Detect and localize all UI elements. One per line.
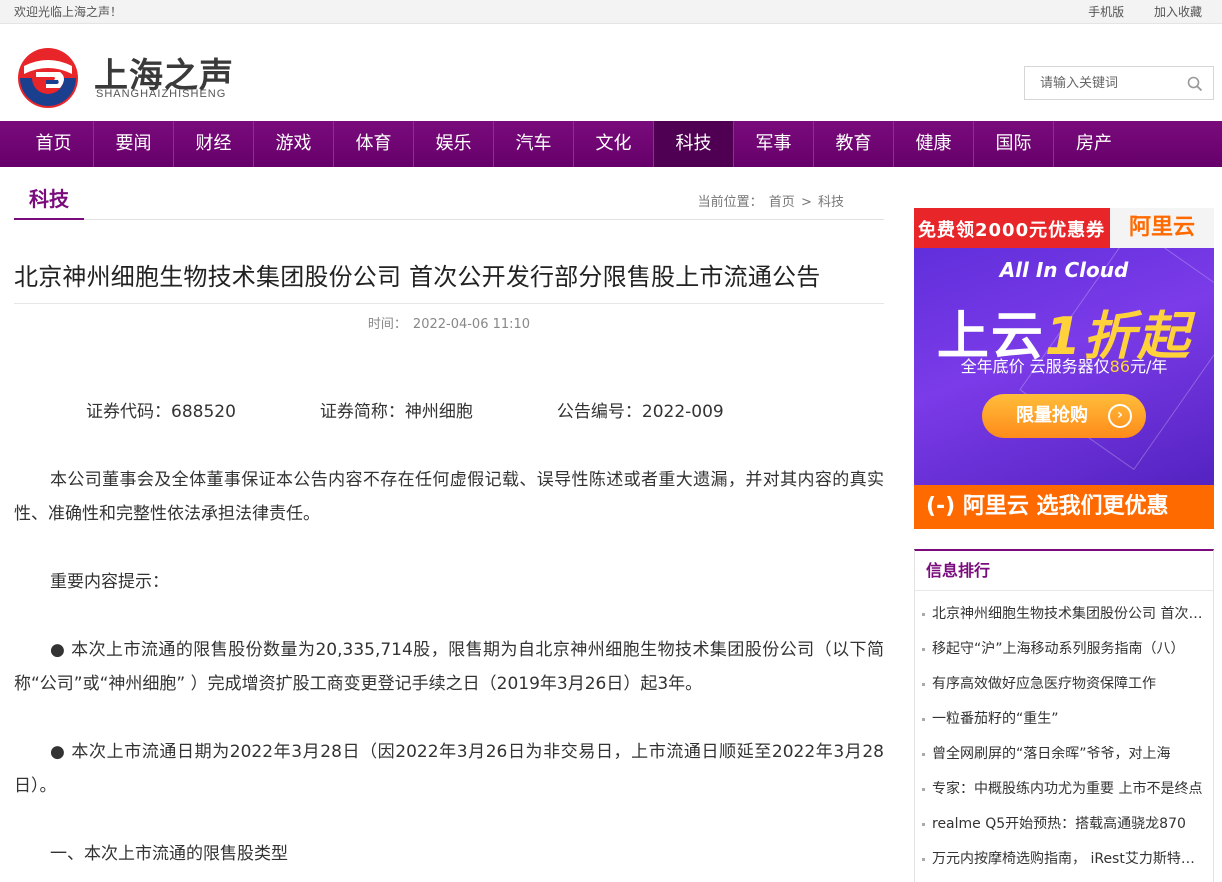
nav-item-realestate[interactable]: 房产	[1054, 121, 1134, 167]
nav-item-culture[interactable]: 文化	[574, 121, 654, 167]
article-time: 时间： 2022-04-06 11:10	[14, 313, 884, 332]
ranking-title: 信息排行	[915, 551, 1213, 591]
top-links: 手机版 加入收藏	[1062, 3, 1202, 20]
ad-buy-button[interactable]: 限量抢购 ›	[982, 394, 1146, 438]
nav-item-headlines[interactable]: 要闻	[94, 121, 174, 167]
category-bar: 科技 当前位置： 首页 > 科技	[14, 183, 884, 220]
nav-item-finance[interactable]: 财经	[174, 121, 254, 167]
nav-item-education[interactable]: 教育	[814, 121, 894, 167]
arrow-right-icon: ›	[1108, 404, 1132, 428]
nav-item-sports[interactable]: 体育	[334, 121, 414, 167]
title-divider	[14, 303, 884, 304]
nav-item-games[interactable]: 游戏	[254, 121, 334, 167]
ad-brand-label: 阿里云	[1110, 208, 1214, 248]
ranking-item[interactable]: 移起守“沪”上海移动系列服务指南（八）	[915, 632, 1213, 667]
stock-info-line: 证券代码：688520 证券简称：神州细胞 公告编号：2022-009	[14, 395, 884, 429]
site-header: 上海之声 SHANGHAIZHISHENG	[0, 24, 1222, 120]
nav-item-entertainment[interactable]: 娱乐	[414, 121, 494, 167]
nav-item-health[interactable]: 健康	[894, 121, 974, 167]
ranking-list: 北京神州细胞生物技术集团股份公司 首次公开发行部分限售股上市流通公告 移起守“沪…	[915, 591, 1213, 877]
search-box	[1024, 66, 1214, 100]
ad-button-label: 限量抢购	[1016, 405, 1088, 426]
add-favorite-link[interactable]: 加入收藏	[1154, 5, 1202, 19]
breadcrumb-home-link[interactable]: 首页	[769, 195, 795, 210]
logo-english-name: SHANGHAIZHISHENG	[96, 88, 227, 100]
site-logo[interactable]: 上海之声 SHANGHAIZHISHENG	[16, 44, 236, 110]
nav-list: 首页 要闻 财经 游戏 体育 娱乐 汽车 文化 科技 军事 教育 健康 国际 房…	[0, 121, 1222, 167]
paragraph-statement: 本公司董事会及全体董事保证本公告内容不存在任何虚假记载、误导性陈述或者重大遗漏，…	[14, 470, 884, 524]
ranking-panel: 信息排行 北京神州细胞生物技术集团股份公司 首次公开发行部分限售股上市流通公告 …	[914, 549, 1214, 882]
breadcrumb-separator: >	[800, 195, 812, 210]
stock-code: 证券代码：688520	[86, 402, 236, 422]
ranking-item[interactable]: 专家：中概股练内功尤为重要 上市不是终点	[915, 772, 1213, 807]
ranking-item[interactable]: realme Q5开始预热：搭载高通骁龙870	[915, 807, 1213, 842]
top-bar: 欢迎光临上海之声！ 手机版 加入收藏	[0, 0, 1222, 24]
time-label: 时间：	[367, 317, 407, 332]
ranking-item[interactable]: 一粒番茄籽的“重生”	[915, 702, 1213, 737]
nav-item-auto[interactable]: 汽车	[494, 121, 574, 167]
logo-emblem-icon	[18, 48, 78, 108]
nav-item-military[interactable]: 军事	[734, 121, 814, 167]
ranking-item[interactable]: 万元内按摩椅选购指南， iRest艾力斯特按摩椅	[915, 842, 1213, 877]
notice-number: 公告编号：2022-009	[556, 402, 724, 422]
ad-footer: (-) 阿里云 选我们更优惠	[914, 485, 1214, 529]
article-title: 北京神州细胞生物技术集团股份公司 首次公开发行部分限售股上市流通公告	[14, 263, 821, 291]
ranking-item[interactable]: 曾全网刷屏的“落日余晖”爷爷，对上海	[915, 737, 1213, 772]
search-input[interactable]	[1025, 67, 1183, 99]
aliyun-ad-banner[interactable]: 免费领2000元优惠券 阿里云 All In Cloud 上云1折起 全年底价 …	[914, 208, 1214, 529]
breadcrumb-current-link[interactable]: 科技	[818, 195, 844, 210]
mobile-version-link[interactable]: 手机版	[1088, 5, 1124, 19]
nav-item-tech[interactable]: 科技	[654, 121, 734, 167]
paragraph-key-points: 重要内容提示：	[50, 572, 169, 592]
ad-sub-b: 元/年	[1130, 357, 1168, 376]
welcome-text: 欢迎光临上海之声！	[14, 5, 123, 19]
section-heading-type: 一、本次上市流通的限售股类型	[50, 844, 288, 864]
time-value: 2022-04-06 11:10	[412, 317, 531, 332]
main-nav: 首页 要闻 财经 游戏 体育 娱乐 汽车 文化 科技 军事 教育 健康 国际 房…	[0, 121, 1222, 167]
ad-coupon-text: 免费领2000元优惠券	[918, 220, 1106, 241]
ad-subtitle: 全年底价 云服务器仅86元/年	[914, 353, 1214, 377]
ad-slogan: All In Cloud	[999, 258, 1129, 282]
paragraph-date: ● 本次上市流通日期为2022年3月28日（因2022年3月26日为非交易日，上…	[14, 742, 884, 796]
ad-sub-price: 86	[1109, 357, 1131, 376]
nav-item-home[interactable]: 首页	[0, 121, 94, 167]
breadcrumb-prefix: 当前位置：	[697, 195, 763, 210]
ad-sub-a: 全年底价 云服务器仅	[960, 357, 1110, 376]
category-title: 科技	[14, 183, 84, 220]
ranking-item[interactable]: 北京神州细胞生物技术集团股份公司 首次公开发行部分限售股上市流通公告	[915, 597, 1213, 632]
ad-top-strip: 免费领2000元优惠券 阿里云	[914, 208, 1214, 248]
ranking-item[interactable]: 有序高效做好应急医疗物资保障工作	[915, 667, 1213, 702]
search-icon[interactable]	[1187, 76, 1203, 92]
stock-abbr: 证券简称：神州细胞	[319, 402, 473, 422]
nav-item-international[interactable]: 国际	[974, 121, 1054, 167]
article-body: 证券代码：688520 证券简称：神州细胞 公告编号：2022-009 本公司董事会…	[14, 395, 884, 871]
breadcrumb: 当前位置： 首页 > 科技	[696, 191, 844, 210]
paragraph-shares: ● 本次上市流通的限售股份数量为20,335,714股，限售期为自北京神州细胞生…	[14, 640, 884, 694]
